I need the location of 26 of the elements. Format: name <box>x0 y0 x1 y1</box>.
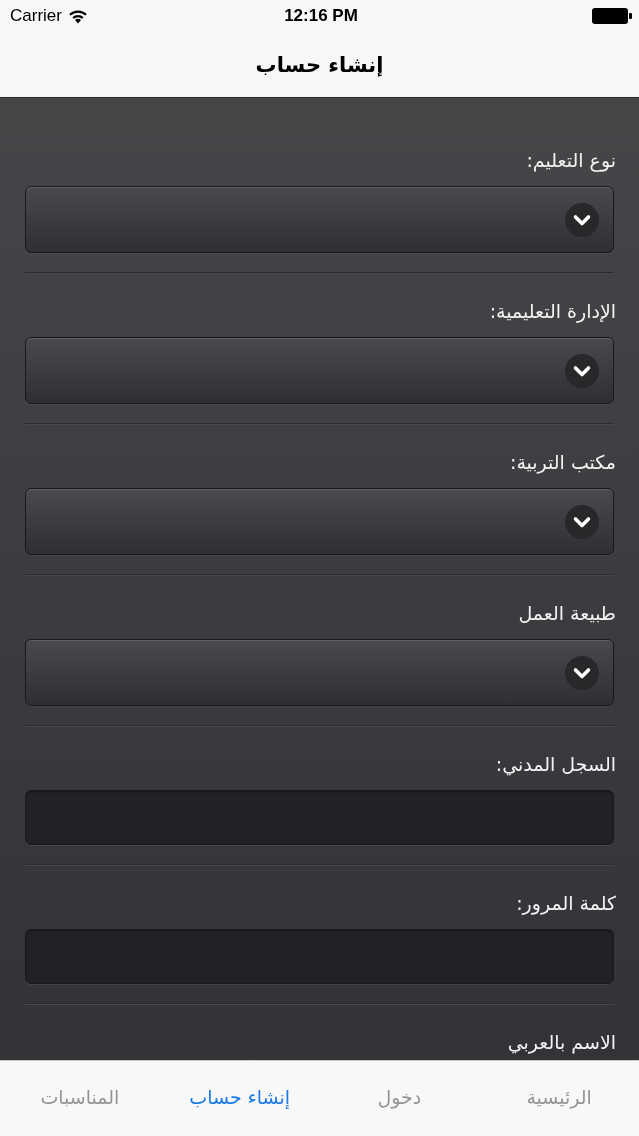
nav-title: إنشاء حساب <box>255 52 384 77</box>
chevron-down-icon <box>565 655 599 690</box>
carrier-name: Carrier <box>10 6 62 26</box>
tab[interactable]: المناسبات <box>14 1073 146 1120</box>
tab[interactable]: إنشاء حساب <box>173 1073 306 1120</box>
field-label: الاسم بالعربي <box>507 1030 616 1056</box>
field-label: مكتب التربية: <box>510 450 616 476</box>
dropdown[interactable] <box>25 488 614 555</box>
battery-icon <box>592 8 632 24</box>
dropdown[interactable] <box>25 337 614 404</box>
chevron-down-icon <box>565 353 599 388</box>
dropdown[interactable] <box>25 186 614 253</box>
status-time: 12:16 PM <box>284 6 358 26</box>
field-label: كلمة المرور: <box>516 891 616 917</box>
field-label: السجل المدني: <box>495 752 616 778</box>
chevron-down-icon <box>565 504 599 539</box>
tab[interactable]: الرئيسية <box>493 1073 625 1120</box>
text-field[interactable] <box>25 929 614 984</box>
field-label: طبيعة العمل <box>518 601 616 626</box>
text-field[interactable] <box>25 790 614 845</box>
wifi-icon <box>67 8 88 24</box>
dropdown[interactable] <box>25 639 614 706</box>
field-label: نوع التعليم: <box>526 148 616 174</box>
tab[interactable]: دخول <box>333 1073 466 1120</box>
field-label: الإدارة التعليمية: <box>489 299 616 325</box>
chevron-down-icon <box>565 202 599 237</box>
